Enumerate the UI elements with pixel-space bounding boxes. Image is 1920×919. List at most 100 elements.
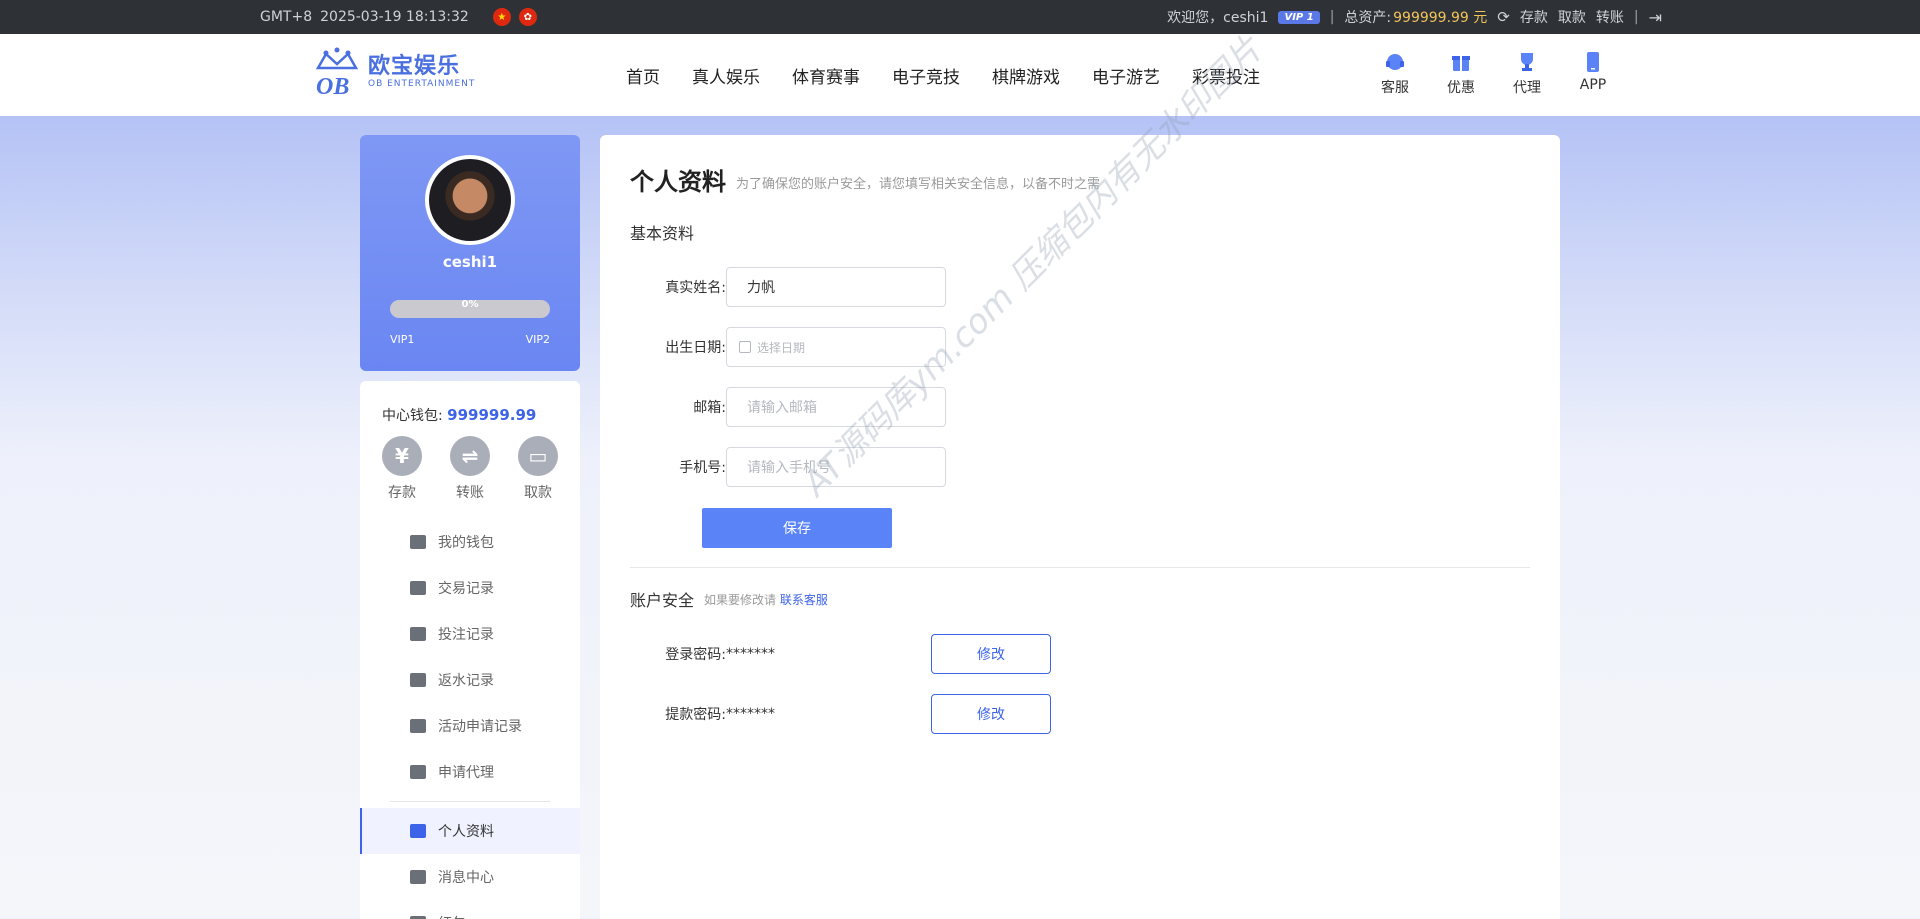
logout-icon[interactable]: ⇥ <box>1649 8 1662 27</box>
card-icon: ▭ <box>518 436 558 476</box>
menu-label: 活动申请记录 <box>438 719 522 735</box>
field-email: 邮箱: 请输入邮箱 <box>630 387 946 427</box>
menu-profile[interactable]: 个人资料 <box>360 808 580 854</box>
diamond-icon <box>410 870 426 884</box>
calendar-icon <box>739 341 751 353</box>
nav-slots[interactable]: 电子游艺 <box>1076 63 1176 88</box>
nav-card-games[interactable]: 棋牌游戏 <box>976 63 1076 88</box>
brand-name: 欧宝娱乐 <box>368 54 461 79</box>
withdraw-password-row: 提款密码: ******* 修改 <box>630 694 1051 734</box>
menu-label: 投注记录 <box>438 627 494 643</box>
hongkong-flag-icon[interactable]: ✿ <box>518 8 537 26</box>
brand-subtitle: OB ENTERTAINMENT <box>368 79 476 89</box>
vip-progress-bar: 0% <box>390 299 550 318</box>
vip-badge: VIP 1 <box>1278 10 1320 24</box>
laptop-icon <box>410 765 426 779</box>
login-password-row: 登录密码: ******* 修改 <box>630 634 1051 674</box>
quick-support-label: 客服 <box>1381 80 1409 96</box>
profile-card: ceshi1 0% VIP1 VIP2 <box>360 135 580 371</box>
headset-icon <box>1386 54 1404 70</box>
menu-label: 个人资料 <box>438 824 494 840</box>
vip-next-level: VIP2 <box>525 333 550 346</box>
menu-label: 我的钱包 <box>438 535 494 551</box>
avatar <box>425 155 515 245</box>
quick-support[interactable]: 客服 <box>1380 50 1410 97</box>
logo[interactable]: OB 欧宝娱乐 OB ENTERTAINMENT <box>310 46 476 100</box>
main-header: OB 欧宝娱乐 OB ENTERTAINMENT 首页 真人娱乐 体育赛事 电子… <box>0 34 1920 116</box>
wallet-icon <box>410 535 426 549</box>
top-transfer-link[interactable]: 转账 <box>1596 7 1624 27</box>
bet-icon <box>410 627 426 641</box>
refresh-icon[interactable]: ⟳ <box>1497 8 1510 26</box>
top-bar-left: GMT+8 2025-03-19 18:13:32 ★ ✿ <box>260 0 537 34</box>
gift-icon <box>1452 56 1470 71</box>
email-input[interactable]: 请输入邮箱 <box>726 387 946 427</box>
withdraw-password-label: 提款密码: <box>665 707 726 723</box>
clipboard-icon <box>410 581 426 595</box>
nav-esports[interactable]: 电子竞技 <box>876 63 976 88</box>
account-menu-card: 中心钱包: 999999.99 ¥ 存款 ⇌ 转账 ▭ 取款 我的钱包 交易记录… <box>360 381 580 919</box>
real-name-label: 真实姓名: <box>665 280 726 296</box>
nav-home[interactable]: 首页 <box>610 63 676 88</box>
field-phone: 手机号: 请输入手机号 <box>630 447 946 487</box>
transfer-label: 转账 <box>456 485 484 501</box>
quick-promo[interactable]: 优惠 <box>1446 50 1476 97</box>
menu-apply-agent[interactable]: 申请代理 <box>360 749 580 795</box>
deposit-button[interactable]: ¥ 存款 <box>382 436 422 502</box>
menu-label: 消息中心 <box>438 870 494 886</box>
menu-activity-records[interactable]: 活动申请记录 <box>360 703 580 749</box>
wallet-actions: ¥ 存款 ⇌ 转账 ▭ 取款 <box>382 436 558 502</box>
menu-rebate-records[interactable]: 返水记录 <box>360 657 580 703</box>
real-name-input[interactable]: 力帆 <box>726 267 946 307</box>
modify-withdraw-password-button[interactable]: 修改 <box>931 694 1051 734</box>
divider: | <box>1329 9 1335 25</box>
birthdate-placeholder: 选择日期 <box>757 340 806 355</box>
divider: | <box>1633 9 1639 25</box>
trophy-icon <box>1521 53 1533 71</box>
phone-input[interactable]: 请输入手机号 <box>726 447 946 487</box>
card-icon <box>410 673 426 687</box>
main-nav: 首页 真人娱乐 体育赛事 电子竞技 棋牌游戏 电子游艺 彩票投注 <box>610 34 1276 116</box>
quick-app-label: APP <box>1579 77 1607 93</box>
withdraw-button[interactable]: ▭ 取款 <box>518 436 558 502</box>
section-security-title: 账户安全 <box>630 591 695 610</box>
wallet-label: 中心钱包: <box>382 408 443 424</box>
nav-live-casino[interactable]: 真人娱乐 <box>676 63 776 88</box>
menu-label: 红包 <box>438 913 466 919</box>
top-withdraw-link[interactable]: 取款 <box>1558 7 1586 27</box>
phone-icon <box>1587 52 1599 72</box>
email-label: 邮箱: <box>693 400 726 416</box>
quick-agent[interactable]: 代理 <box>1512 50 1542 97</box>
birthdate-input[interactable]: 选择日期 <box>726 327 946 367</box>
contact-support-link[interactable]: 联系客服 <box>780 593 828 607</box>
menu-my-wallet[interactable]: 我的钱包 <box>360 519 580 565</box>
quick-app[interactable]: APP <box>1578 50 1608 97</box>
menu-label: 申请代理 <box>438 765 494 781</box>
menu-bet-records[interactable]: 投注记录 <box>360 611 580 657</box>
quick-links: 客服 优惠 代理 APP <box>1380 50 1608 97</box>
id-card-icon <box>410 824 426 838</box>
modify-login-password-button[interactable]: 修改 <box>931 634 1051 674</box>
menu-red-packet[interactable]: 红包 <box>360 900 580 919</box>
menu-label: 交易记录 <box>438 581 494 597</box>
birthdate-label: 出生日期: <box>665 340 726 356</box>
top-bar-right: 欢迎您，ceshi1 VIP 1 | 总资产: 999999.99 元 ⟳ 存款… <box>1167 0 1662 34</box>
menu-transactions[interactable]: 交易记录 <box>360 565 580 611</box>
nav-sports[interactable]: 体育赛事 <box>776 63 876 88</box>
phone-label: 手机号: <box>679 460 726 476</box>
username: ceshi1 <box>442 253 498 271</box>
crown-logo-icon: OB <box>310 46 364 100</box>
menu-messages[interactable]: 消息中心 <box>360 854 580 900</box>
transfer-button[interactable]: ⇌ 转账 <box>450 436 490 502</box>
save-button[interactable]: 保存 <box>702 508 892 548</box>
deposit-label: 存款 <box>388 485 416 501</box>
china-flag-icon[interactable]: ★ <box>492 8 511 26</box>
menu-label: 返水记录 <box>438 673 494 689</box>
login-password-value: ******* <box>726 646 775 662</box>
quick-agent-label: 代理 <box>1513 80 1541 96</box>
vip-progress-text: 0% <box>461 299 479 310</box>
top-deposit-link[interactable]: 存款 <box>1520 7 1548 27</box>
svg-text:OB: OB <box>316 74 349 98</box>
menu-divider <box>390 801 550 802</box>
nav-lottery[interactable]: 彩票投注 <box>1176 63 1276 88</box>
